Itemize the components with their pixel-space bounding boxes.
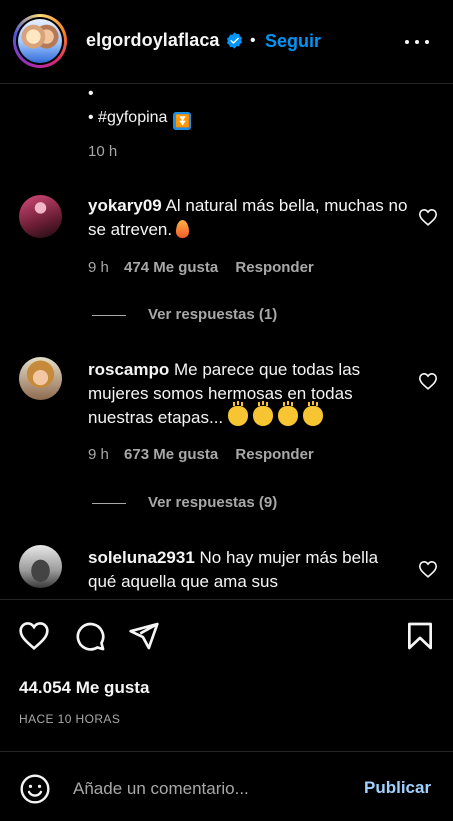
- account-name[interactable]: elgordoylaflaca: [86, 30, 220, 51]
- view-replies-button[interactable]: Ver respuestas (9): [92, 494, 277, 511]
- down-arrow-emoji-icon: ⏬: [173, 112, 192, 130]
- comment-username[interactable]: yokary09: [88, 196, 162, 215]
- caption-hashtag[interactable]: • #gyfopina: [88, 109, 167, 126]
- comment-bubble-icon[interactable]: [74, 620, 106, 652]
- comment-meta: 9 h 474 Me gusta Responder: [88, 259, 314, 276]
- post-header: elgordoylaflaca • Seguir: [0, 0, 453, 84]
- emoji-smiley-icon[interactable]: [19, 773, 51, 805]
- comment-like-heart-icon[interactable]: [418, 208, 438, 226]
- comment-username[interactable]: soleluna2931: [88, 548, 195, 567]
- clap-emoji-icon: [228, 402, 249, 426]
- comment-avatar[interactable]: [19, 357, 62, 400]
- comment-username[interactable]: roscampo: [88, 360, 169, 379]
- caption-bullet: •: [88, 85, 94, 102]
- view-replies-button[interactable]: Ver respuestas (1): [92, 306, 277, 323]
- header-separator: •: [250, 32, 256, 49]
- follow-button[interactable]: Seguir: [265, 31, 321, 52]
- comment-time: 9 h: [88, 446, 109, 463]
- post-like-count[interactable]: 44.054 Me gusta: [19, 678, 149, 698]
- comment-meta: 9 h 673 Me gusta Responder: [88, 446, 314, 463]
- comment-avatar[interactable]: [19, 195, 62, 238]
- clap-emoji-icon: [278, 402, 299, 426]
- comment-like-heart-icon[interactable]: [418, 372, 438, 390]
- comments-scroll-area[interactable]: • • #gyfopina ⏬ 10 h yokary09 Al natural …: [0, 84, 453, 599]
- view-replies-label[interactable]: Ver respuestas (1): [148, 306, 277, 323]
- comment-time: 9 h: [88, 259, 109, 276]
- account-avatar[interactable]: [13, 14, 67, 68]
- replies-divider-line: [92, 314, 126, 316]
- comment-input[interactable]: [73, 777, 343, 801]
- view-replies-label[interactable]: Ver respuestas (9): [148, 494, 277, 511]
- reply-button[interactable]: Responder: [235, 259, 313, 276]
- comment-avatar[interactable]: [19, 545, 62, 588]
- more-options-icon[interactable]: [403, 32, 431, 52]
- verified-badge-icon: [226, 32, 243, 49]
- comment-like-heart-icon[interactable]: [418, 560, 438, 578]
- like-heart-icon[interactable]: [18, 620, 50, 652]
- reply-button[interactable]: Responder: [235, 446, 313, 463]
- post-time-ago: HACE 10 HORAS: [19, 712, 121, 726]
- add-comment-bar: Publicar: [0, 751, 453, 821]
- replies-divider-line: [92, 502, 126, 504]
- save-bookmark-icon[interactable]: [404, 620, 436, 652]
- publish-button[interactable]: Publicar: [364, 778, 431, 798]
- post-actions: 44.054 Me gusta HACE 10 HORAS: [0, 599, 453, 751]
- fire-emoji-icon: [176, 220, 190, 238]
- caption-time: 10 h: [88, 143, 118, 160]
- clap-emoji-icon: [303, 402, 324, 426]
- avatar-image: [18, 19, 62, 63]
- caption-hashtag-line: • #gyfopina ⏬: [88, 109, 192, 130]
- share-send-icon[interactable]: [128, 620, 160, 652]
- comment-likes[interactable]: 673 Me gusta: [124, 446, 218, 463]
- clap-emoji-icon: [253, 402, 274, 426]
- comment-likes[interactable]: 474 Me gusta: [124, 259, 218, 276]
